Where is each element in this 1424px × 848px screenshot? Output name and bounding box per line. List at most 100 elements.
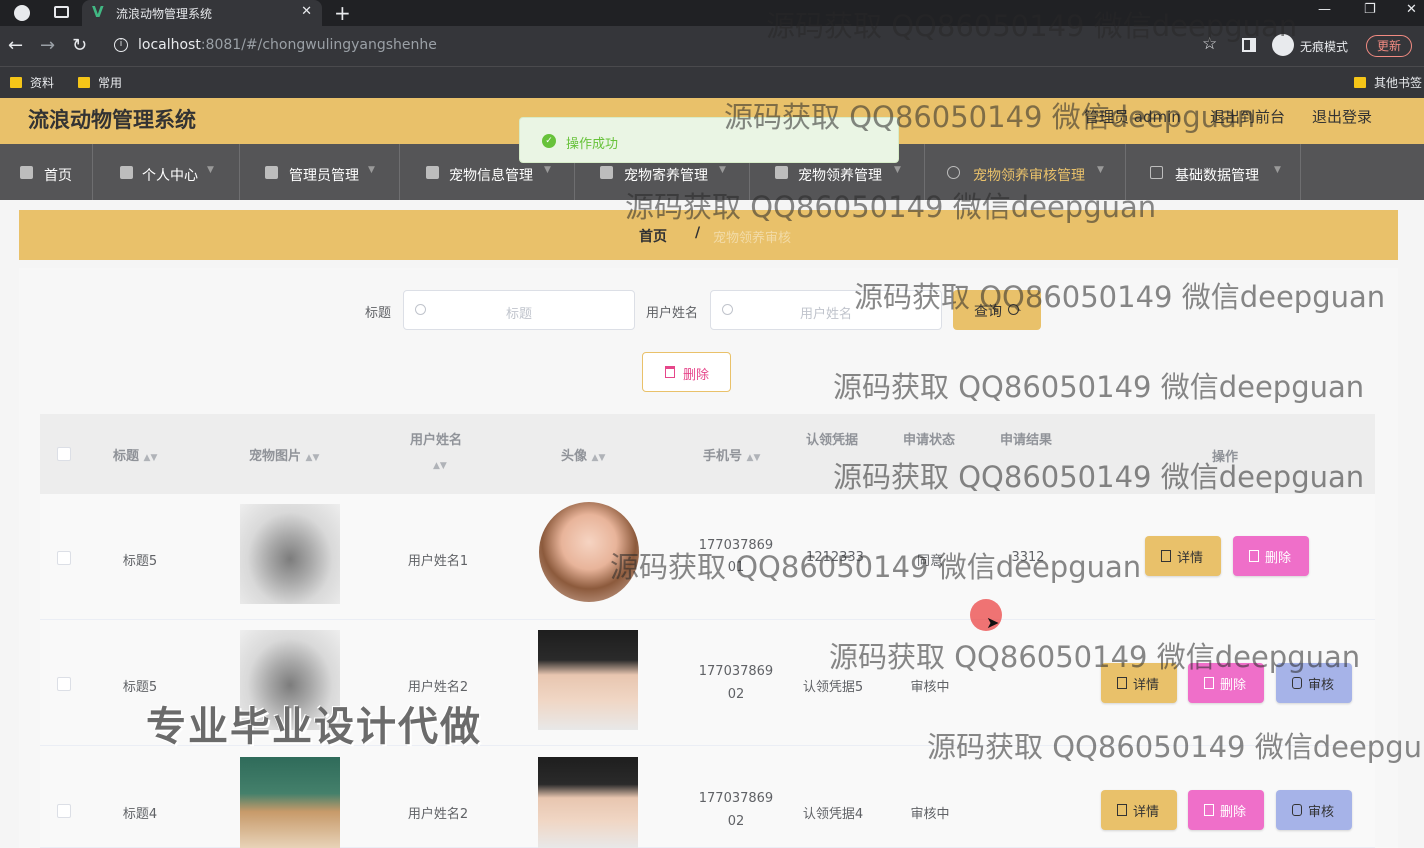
col-result[interactable]: 申请结果: [1000, 429, 1052, 448]
sort-icon: ▲▼: [143, 453, 158, 463]
sort-icon[interactable]: ▲▼: [433, 457, 447, 472]
breadcrumb-home[interactable]: 首页: [639, 226, 667, 246]
watermark: 源码获取 QQ86050149 微信deepguan: [833, 460, 1365, 494]
col-status[interactable]: 申请状态: [903, 429, 955, 448]
select-all-checkbox[interactable]: [57, 447, 71, 461]
title-search-input[interactable]: 标题: [403, 290, 635, 330]
col-title[interactable]: 标题 ▲▼: [113, 445, 157, 464]
menu-item-personal[interactable]: 个人中心 ▼: [93, 144, 240, 200]
chevron-down-icon: ▼: [207, 165, 214, 175]
menu-label: 宠物领养审核管理: [973, 168, 1085, 184]
row-checkbox[interactable]: [57, 551, 71, 565]
cell-proof: 认领凭据4: [802, 807, 864, 822]
col-user-name[interactable]: 用户姓名: [410, 429, 462, 448]
tab-search-icon[interactable]: [54, 6, 69, 18]
cell-user-name: 用户姓名1: [407, 554, 469, 569]
forward-icon[interactable]: →: [40, 35, 55, 56]
document-icon: [1117, 804, 1127, 816]
col-proof[interactable]: 认领凭据: [806, 429, 858, 448]
col-title-label: 标题: [113, 449, 140, 464]
col-result-label: 申请结果: [1000, 433, 1053, 448]
new-tab-icon[interactable]: +: [334, 1, 351, 25]
person-icon: [775, 166, 788, 179]
col-avatar[interactable]: 头像 ▲▼: [561, 445, 605, 464]
col-avatar-label: 头像: [561, 449, 588, 464]
site-info-icon[interactable]: i: [114, 38, 128, 52]
watermark: 源码获取 QQ86050149 微信deepguan: [829, 640, 1361, 674]
user-search-label: 用户姓名: [646, 306, 699, 321]
mouse-cursor-icon: ➤: [986, 613, 1000, 632]
reload-icon[interactable]: ↻: [72, 35, 87, 56]
thumbs-up-icon: [1292, 677, 1302, 689]
row-checkbox[interactable]: [57, 677, 71, 691]
minimize-icon[interactable]: —: [1318, 2, 1331, 17]
delete-button[interactable]: 删除: [1188, 790, 1264, 830]
detail-label: 详情: [1133, 805, 1160, 820]
chevron-down-icon: ▼: [368, 165, 375, 175]
menu-item-admin[interactable]: 管理员管理 ▼: [240, 144, 400, 200]
back-icon[interactable]: ←: [8, 35, 23, 56]
chevron-down-icon: ▼: [1097, 165, 1104, 175]
other-bookmarks[interactable]: 其他书签: [1354, 74, 1422, 91]
menu-item-home[interactable]: 首页: [0, 144, 93, 200]
document-icon: [426, 166, 439, 179]
maximize-icon[interactable]: ❐: [1364, 2, 1376, 17]
review-button[interactable]: 审核: [1276, 790, 1352, 830]
update-button[interactable]: 更新: [1366, 35, 1412, 57]
cell-status: 审核中: [910, 807, 950, 822]
other-bookmarks-label: 其他书签: [1374, 76, 1423, 90]
delete-label: 删除: [1220, 805, 1247, 820]
chevron-down-icon: ▼: [719, 165, 726, 175]
check-icon: ✓: [542, 134, 556, 148]
review-label: 审核: [1308, 678, 1335, 693]
logout-link[interactable]: 退出登录: [1312, 106, 1372, 127]
col-pet-image-label: 宠物图片: [249, 449, 302, 464]
cell-phone-line2: 02: [727, 687, 745, 702]
avatar: [538, 757, 638, 848]
col-phone[interactable]: 手机号 ▲▼: [703, 445, 760, 464]
url-field[interactable]: localhost:8081/#/chongwulingyangshenhe: [138, 37, 437, 53]
bookmark-folder[interactable]: 常用: [78, 74, 122, 91]
trash-icon: [1204, 804, 1214, 816]
incognito-label: 无痕模式: [1300, 40, 1349, 54]
bulk-delete-button[interactable]: 删除: [642, 352, 731, 392]
chevron-down-icon: ▼: [894, 165, 901, 175]
trash-icon: [665, 366, 675, 378]
menu-label: 基础数据管理: [1175, 168, 1259, 184]
menu-label: 宠物寄养管理: [624, 168, 708, 184]
review-label: 审核: [1308, 805, 1335, 820]
title-search-placeholder: 标题: [505, 307, 532, 322]
clock-icon: [947, 166, 960, 179]
browser-app-icon[interactable]: [14, 5, 30, 21]
browser-tab[interactable]: V 流浪动物管理系统 ✕: [82, 0, 322, 26]
row-checkbox[interactable]: [57, 804, 71, 818]
close-window-icon[interactable]: ✕: [1406, 2, 1417, 17]
tab-close-icon[interactable]: ✕: [301, 4, 312, 19]
menu-label: 首页: [44, 168, 72, 184]
detail-button[interactable]: 详情: [1145, 536, 1221, 576]
col-proof-label: 认领凭据: [806, 433, 859, 448]
cell-phone-line2: 02: [727, 814, 745, 829]
watermark: 源码获取 QQ86050149 微信deepgu: [927, 730, 1422, 764]
bookmark-label: 资料: [30, 76, 55, 90]
pet-image: [240, 504, 340, 604]
watermark: 源码获取 QQ86050149 微信deepguan: [854, 280, 1386, 314]
col-pet-image[interactable]: 宠物图片 ▲▼: [249, 445, 319, 464]
user-icon: [120, 166, 133, 179]
delete-button[interactable]: 删除: [1233, 536, 1309, 576]
trash-icon: [1204, 677, 1214, 689]
promo-overlay-text: 专业毕业设计代做: [146, 704, 482, 750]
url-host: localhost: [138, 37, 201, 53]
breadcrumb-current: 宠物领养审核: [713, 231, 792, 246]
bookmark-folder[interactable]: 资料: [10, 74, 54, 91]
watermark: 源码获取 QQ86050149 微信deepguan: [610, 550, 1142, 584]
chevron-down-icon: ▼: [544, 165, 551, 175]
watermark: 源码获取 QQ86050149 微信deepguan: [766, 9, 1298, 43]
detail-label: 详情: [1177, 551, 1204, 566]
folder-icon: [1354, 77, 1366, 88]
detail-button[interactable]: 详情: [1101, 790, 1177, 830]
menu-label: 管理员管理: [289, 168, 359, 184]
sort-icon: ▲▼: [746, 453, 761, 463]
delete-label: 删除: [1220, 678, 1247, 693]
chevron-down-icon: ▼: [1274, 165, 1281, 175]
